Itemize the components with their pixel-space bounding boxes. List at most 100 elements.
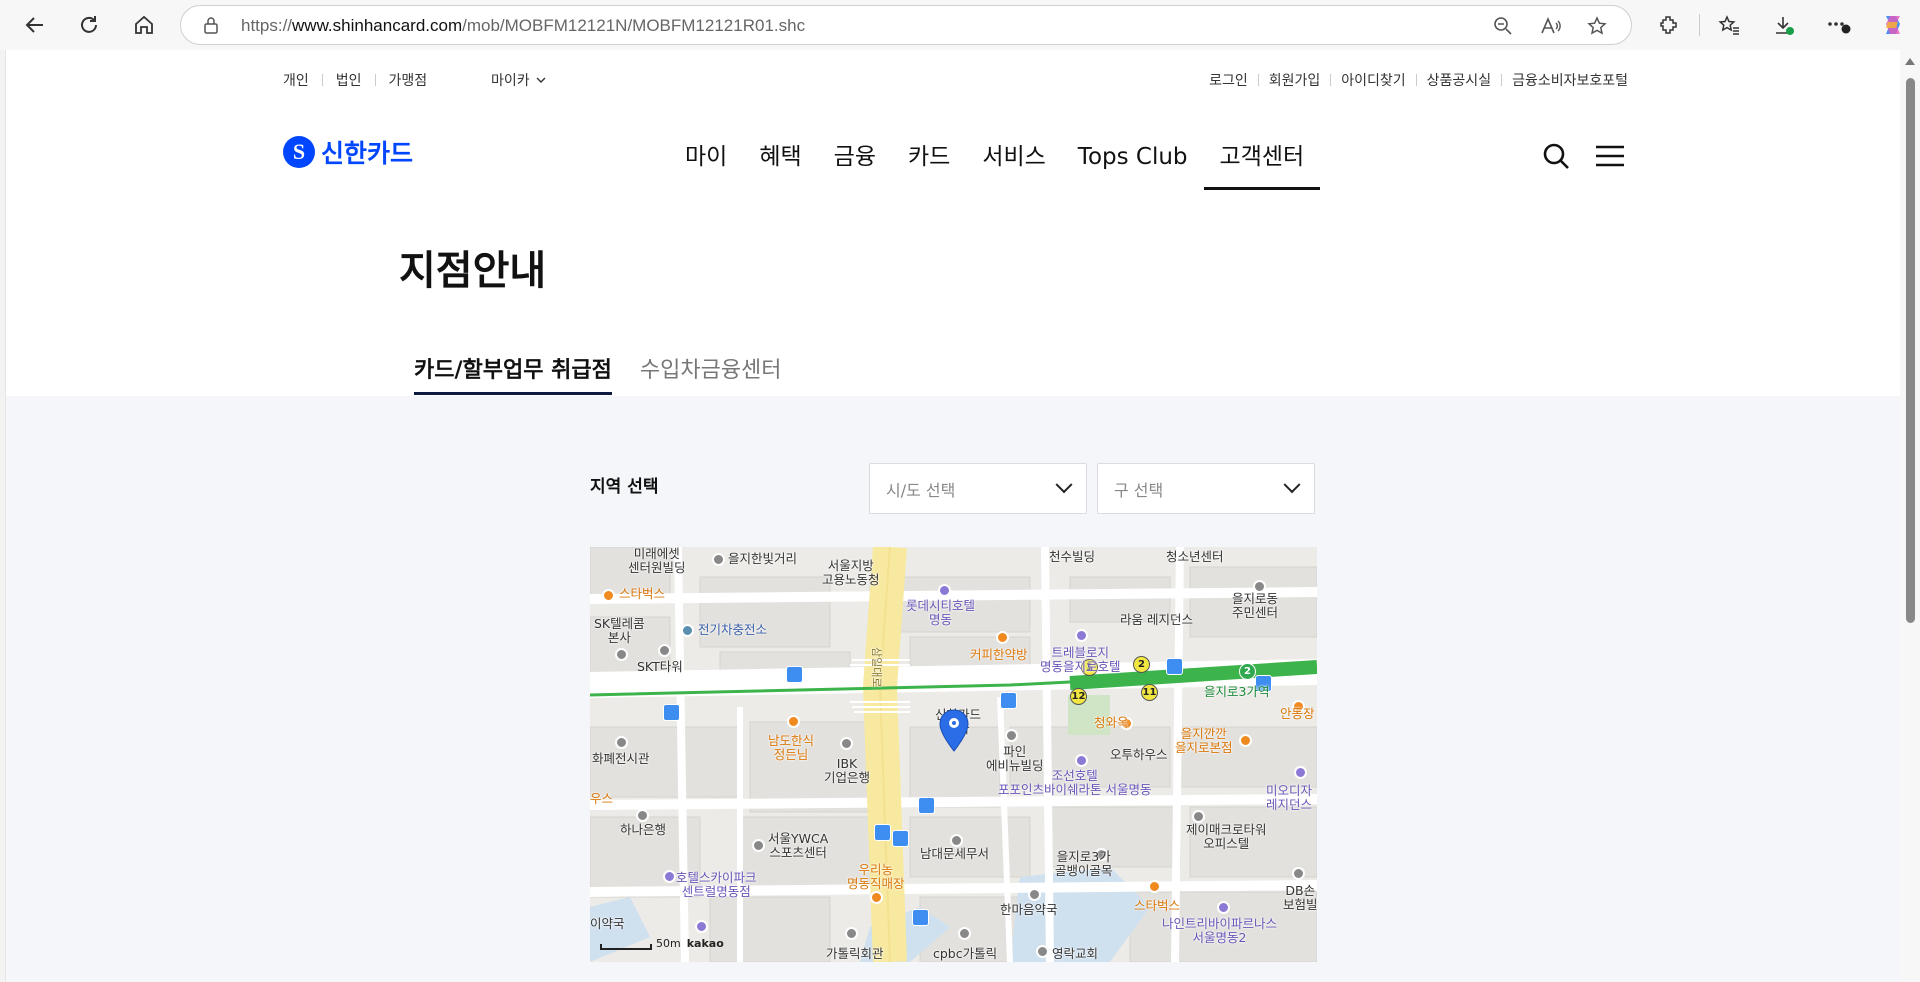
subway-exit-12[interactable]: 12: [1070, 688, 1087, 705]
find-id-link[interactable]: 아이디찾기: [1341, 70, 1405, 90]
map-label: 미오디자 레지던스: [1266, 783, 1313, 812]
util-link-mycar[interactable]: 마이카: [491, 70, 546, 90]
bus-stop-icon[interactable]: [912, 909, 929, 926]
poi-icon[interactable]: [752, 839, 765, 852]
map-label: 을지로동 주민센터: [1232, 591, 1279, 620]
map-label: 영락교회: [1052, 946, 1099, 961]
zoom-out-icon[interactable]: [1491, 14, 1515, 38]
signup-link[interactable]: 회원가입: [1269, 70, 1321, 90]
poi-icon[interactable]: [1292, 867, 1305, 880]
subway-exit-2[interactable]: 2: [1133, 656, 1150, 673]
poi-icon[interactable]: [958, 927, 971, 940]
bus-stop-icon[interactable]: [918, 797, 935, 814]
product-disclosure-link[interactable]: 상품공시실: [1427, 70, 1491, 90]
global-nav: 마이 혜택 금융 카드 서비스 Tops Club 고객센터: [669, 140, 1320, 190]
poi-icon[interactable]: [845, 927, 858, 940]
bus-stop-icon[interactable]: [1000, 692, 1017, 709]
address-bar[interactable]: https://www.shinhancard.com/mob/MOBFM121…: [180, 5, 1632, 45]
gnb-item-tops-club[interactable]: Tops Club: [1062, 140, 1204, 190]
search-icon[interactable]: [1539, 139, 1573, 173]
bank-icon[interactable]: [840, 737, 853, 750]
gnb-item-finance[interactable]: 금융: [818, 140, 892, 190]
map-label: 서울지방 고용노동청: [822, 558, 880, 587]
hotel-icon[interactable]: [695, 920, 708, 933]
scroll-up-icon[interactable]: [1905, 58, 1915, 65]
chevron-down-icon: [1283, 475, 1301, 493]
charging-icon[interactable]: [681, 624, 694, 637]
bank-icon[interactable]: [636, 809, 649, 822]
favorite-star-icon[interactable]: [1585, 14, 1609, 38]
map-label: SKT타워: [637, 659, 683, 674]
cafe-icon[interactable]: [602, 589, 615, 602]
bus-stop-icon[interactable]: [786, 666, 803, 683]
branch-map[interactable]: 1 2 12 11 2 미래에셋 센터원빌딩 을지한빛거리 서울지방 고용노동청…: [590, 547, 1317, 962]
login-link[interactable]: 로그인: [1209, 70, 1248, 90]
favorites-icon[interactable]: [1712, 8, 1746, 42]
poi-icon[interactable]: [615, 736, 628, 749]
pharmacy-icon[interactable]: [1028, 888, 1041, 901]
cafe-icon[interactable]: [996, 631, 1009, 644]
poi-icon[interactable]: [712, 553, 725, 566]
more-icon[interactable]: [1822, 8, 1856, 42]
home-icon[interactable]: [127, 8, 161, 42]
chevron-down-icon: [536, 77, 546, 83]
gnb-item-benefits[interactable]: 혜택: [743, 140, 817, 190]
poi-icon[interactable]: [658, 644, 671, 657]
downloads-icon[interactable]: [1767, 8, 1801, 42]
hotel-icon[interactable]: [1217, 901, 1230, 914]
scroll-thumb[interactable]: [1906, 78, 1915, 623]
subway-line2-icon[interactable]: 2: [1239, 663, 1256, 680]
map-label: 남도한식 정든님: [768, 733, 815, 762]
page-scrollbar[interactable]: [1900, 50, 1920, 982]
url-text: https://www.shinhancard.com/mob/MOBFM121…: [241, 16, 806, 35]
gnb-item-card[interactable]: 카드: [892, 140, 966, 190]
district-select-value: 구 선택: [1114, 480, 1164, 500]
map-label: 청소년센터: [1166, 549, 1224, 564]
map-label: 천수빌딩: [1049, 549, 1096, 564]
church-icon[interactable]: [1036, 945, 1049, 958]
road-label: 삼일대로: [870, 647, 883, 688]
bus-stop-icon[interactable]: [892, 830, 909, 847]
hotel-icon[interactable]: [1075, 629, 1088, 642]
tab-card-installment[interactable]: 카드/할부업무 취급점: [414, 352, 612, 395]
util-link-corporate[interactable]: 법인: [336, 70, 362, 90]
subway-exit-11[interactable]: 11: [1141, 684, 1158, 701]
restaurant-icon[interactable]: [787, 715, 800, 728]
tab-import-car-finance[interactable]: 수입차금융센터: [640, 352, 782, 395]
shop-icon[interactable]: [870, 891, 883, 904]
map-label: 서울YWCA 스포츠센터: [768, 831, 829, 860]
bus-stop-icon[interactable]: [874, 824, 891, 841]
map-label: 스타벅스: [1134, 898, 1181, 913]
city-select[interactable]: 시/도 선택: [869, 463, 1087, 514]
branch-tabs: 카드/할부업무 취급점 수입차금융센터: [414, 352, 782, 395]
bus-stop-icon[interactable]: [663, 704, 680, 721]
poi-icon[interactable]: [1005, 729, 1018, 742]
map-label: 한마음약국: [1000, 902, 1058, 917]
restaurant-icon[interactable]: [1239, 734, 1252, 747]
hamburger-menu-icon[interactable]: [1593, 139, 1627, 173]
gnb-item-service[interactable]: 서비스: [966, 140, 1061, 190]
util-link-personal[interactable]: 개인: [283, 70, 309, 90]
copilot-icon[interactable]: [1876, 8, 1910, 42]
hotel-icon[interactable]: [1294, 766, 1307, 779]
map-label: 롯데시티호텔 명동: [906, 598, 976, 627]
extensions-icon[interactable]: [1652, 8, 1686, 42]
consumer-protection-link[interactable]: 금융소비자보호포털: [1512, 70, 1628, 90]
util-link-merchant[interactable]: 가맹점: [389, 70, 428, 90]
back-icon[interactable]: [18, 8, 52, 42]
map-label: 전기차충전소: [698, 622, 768, 637]
read-aloud-icon[interactable]: [1539, 14, 1563, 38]
gnb-item-customer-center[interactable]: 고객센터: [1203, 140, 1321, 190]
hotel-icon[interactable]: [1075, 754, 1088, 767]
hotel-icon[interactable]: [938, 584, 951, 597]
page-title: 지점안내: [399, 248, 547, 294]
hotel-icon[interactable]: [663, 870, 676, 883]
shinhan-card-logo[interactable]: S 신한카드: [283, 134, 413, 170]
gnb-item-my[interactable]: 마이: [669, 140, 743, 190]
map-label: 미래에셋 센터원빌딩: [628, 547, 686, 575]
poi-icon[interactable]: [615, 648, 628, 661]
refresh-icon[interactable]: [72, 8, 106, 42]
cafe-icon[interactable]: [1148, 880, 1161, 893]
bus-stop-icon[interactable]: [1166, 658, 1183, 675]
district-select[interactable]: 구 선택: [1097, 463, 1315, 514]
